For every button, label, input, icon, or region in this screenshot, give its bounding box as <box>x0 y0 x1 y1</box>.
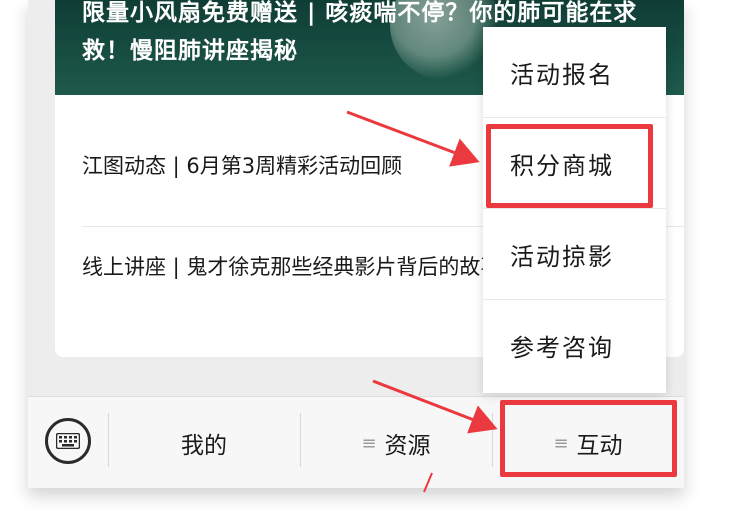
tab-mine[interactable]: 我的 <box>108 397 300 488</box>
menu-lines-icon: ≡ <box>361 432 377 454</box>
menu-item-event-signup[interactable]: 活动报名 <box>483 27 666 118</box>
keyboard-icon <box>56 433 80 449</box>
tab-resources[interactable]: ≡ 资源 <box>300 397 492 488</box>
highlight-points-mall <box>486 124 653 208</box>
menu-item-reference-consult[interactable]: 参考咨询 <box>483 300 666 391</box>
keyboard-toggle-button[interactable] <box>45 418 91 464</box>
tab-label: 资源 <box>384 433 431 459</box>
interaction-submenu: 活动报名 积分商城 活动掠影 参考咨询 <box>483 27 666 393</box>
menu-item-event-gallery[interactable]: 活动掠影 <box>483 209 666 300</box>
tab-label: 我的 <box>181 433 227 459</box>
highlight-interaction-tab <box>500 400 677 477</box>
